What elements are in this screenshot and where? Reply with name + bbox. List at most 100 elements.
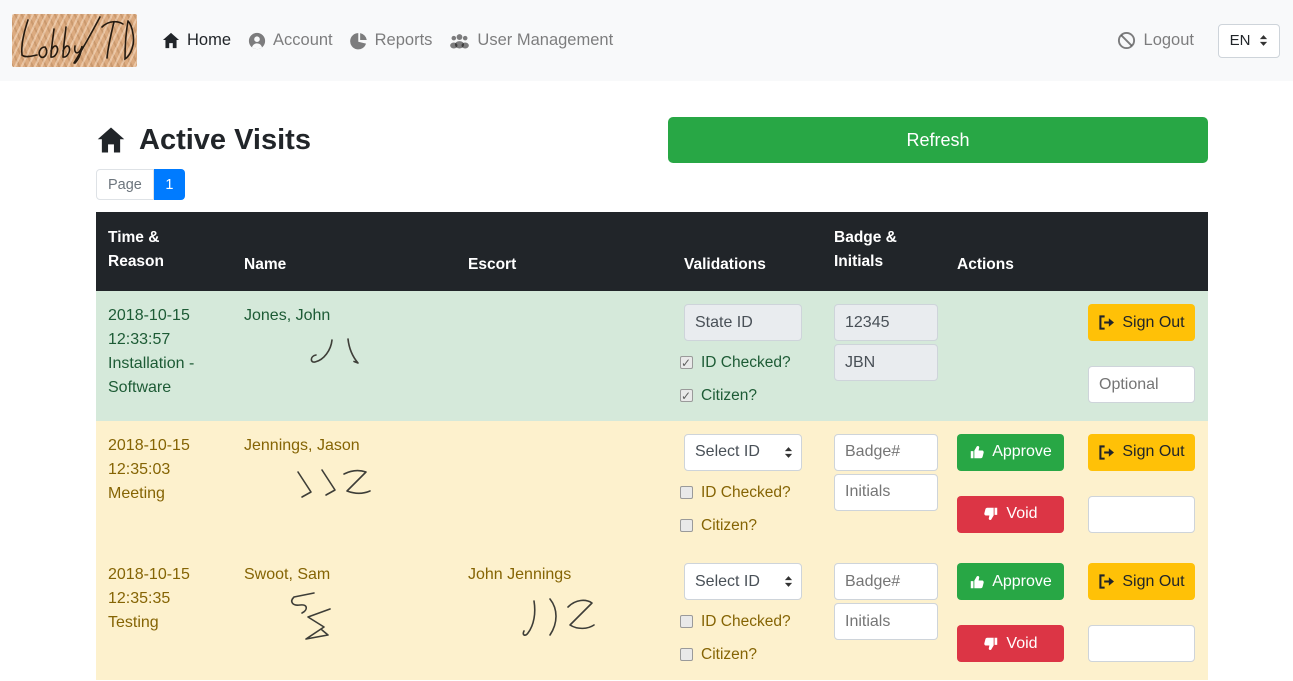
visitor-name: Jones, John xyxy=(244,304,444,328)
visit-date: 2018-10-15 xyxy=(108,563,220,587)
visit-row: 2018-10-15 12:35:03 Meeting Jennings, Ja… xyxy=(96,421,1208,551)
visitor-signature xyxy=(292,466,392,508)
visit-time: 12:35:03 xyxy=(108,458,220,482)
validations-cell: Select ID ID Checked? Citizen? xyxy=(672,550,822,680)
pagination-page-1[interactable]: 1 xyxy=(154,169,185,200)
nav-item-label: User Management xyxy=(477,31,613,50)
thumbs-up-icon xyxy=(969,574,985,590)
pie-chart-icon xyxy=(350,32,368,50)
table-header-row: Time & Reason Name Escort Validations Ba… xyxy=(96,212,1208,291)
escort-cell xyxy=(456,421,672,551)
validations-cell: ID Checked? Citizen? xyxy=(672,291,822,421)
citizen-checkbox: Citizen? xyxy=(680,384,810,407)
id-type-select[interactable]: Select ID xyxy=(684,563,802,600)
void-button[interactable]: Void xyxy=(957,496,1064,533)
visitor-name: Jennings, Jason xyxy=(244,434,444,458)
sign-out-icon xyxy=(1098,574,1115,589)
checkbox-checked-icon xyxy=(680,356,693,369)
citizen-label: Citizen? xyxy=(701,514,757,537)
validations-cell: Select ID ID Checked? Citizen? xyxy=(672,421,822,551)
citizen-label: Citizen? xyxy=(701,384,757,407)
home-icon xyxy=(96,126,126,154)
id-checked-label: ID Checked? xyxy=(701,481,791,504)
ban-icon xyxy=(1117,31,1136,50)
col-header-badge-initials: Badge & Initials xyxy=(822,212,945,291)
badge-input[interactable] xyxy=(834,563,938,600)
page-header: Active Visits Refresh xyxy=(96,117,1208,163)
name-cell: Swoot, Sam xyxy=(232,550,456,680)
citizen-label: Citizen? xyxy=(701,643,757,666)
sign-out-button[interactable]: Sign Out xyxy=(1088,563,1195,600)
lobbyid-logo-drawing xyxy=(12,14,137,67)
pagination: Page 1 xyxy=(96,169,1208,200)
sign-out-button[interactable]: Sign Out xyxy=(1088,304,1195,341)
citizen-checkbox[interactable]: Citizen? xyxy=(680,514,810,537)
nav-links: Home Account Reports xyxy=(160,27,615,54)
signout-note-input[interactable] xyxy=(1088,625,1195,662)
void-button[interactable]: Void xyxy=(957,625,1064,662)
badge-initials-cell xyxy=(822,291,945,421)
badge-input[interactable] xyxy=(834,434,938,471)
refresh-button[interactable]: Refresh xyxy=(668,117,1208,163)
visit-time: 12:35:35 xyxy=(108,587,220,611)
visit-row: 2018-10-15 12:35:35 Testing Swoot, Sam J… xyxy=(96,550,1208,680)
col-header-validations: Validations xyxy=(672,212,822,291)
badge-initials-cell xyxy=(822,421,945,551)
language-select[interactable]: EN xyxy=(1218,24,1280,58)
id-type-select[interactable]: Select ID xyxy=(684,434,802,471)
nav-item-label: Home xyxy=(187,31,231,50)
home-icon xyxy=(162,32,180,49)
logout-button[interactable]: Logout xyxy=(1117,31,1194,50)
visitor-name: Swoot, Sam xyxy=(244,563,444,587)
users-icon xyxy=(449,33,470,49)
signout-optional-input[interactable] xyxy=(1088,366,1195,403)
active-visits-table: Time & Reason Name Escort Validations Ba… xyxy=(96,212,1208,680)
citizen-checkbox[interactable]: Citizen? xyxy=(680,643,810,666)
signout-note-input[interactable] xyxy=(1088,496,1195,533)
time-reason-cell: 2018-10-15 12:35:35 Testing xyxy=(96,550,232,680)
approve-button[interactable]: Approve xyxy=(957,434,1064,471)
time-reason-cell: 2018-10-15 12:35:03 Meeting xyxy=(96,421,232,551)
pagination-page-label: Page xyxy=(96,169,154,200)
actions-cell: Approve Void xyxy=(945,421,1208,551)
visit-reason: Meeting xyxy=(108,482,220,506)
navbar: Home Account Reports xyxy=(0,0,1293,81)
approve-button[interactable]: Approve xyxy=(957,563,1064,600)
page-title-text: Active Visits xyxy=(139,124,311,157)
id-checked-checkbox[interactable]: ID Checked? xyxy=(680,610,810,633)
initials-input[interactable] xyxy=(834,474,938,511)
nav-item-label: Account xyxy=(273,31,333,50)
caret-updown-icon xyxy=(784,446,793,459)
visit-time: 12:33:57 xyxy=(108,328,220,352)
app-logo[interactable] xyxy=(12,14,137,67)
escort-cell xyxy=(456,291,672,421)
nav-item-account[interactable]: Account xyxy=(246,27,335,54)
nav-item-user-management[interactable]: User Management xyxy=(447,27,615,54)
col-header-actions: Actions xyxy=(945,212,1208,291)
nav-item-reports[interactable]: Reports xyxy=(348,27,435,54)
badge-input xyxy=(834,304,938,341)
visit-reason: Testing xyxy=(108,611,220,635)
id-checked-label: ID Checked? xyxy=(701,351,791,374)
checkbox-icon xyxy=(680,519,693,532)
thumbs-down-icon xyxy=(983,636,999,652)
id-checked-checkbox[interactable]: ID Checked? xyxy=(680,481,810,504)
escort-name: John Jennings xyxy=(468,563,660,587)
col-header-escort: Escort xyxy=(456,212,672,291)
time-reason-cell: 2018-10-15 12:33:57 Installation - Softw… xyxy=(96,291,232,421)
checkbox-checked-icon xyxy=(680,389,693,402)
col-header-name: Name xyxy=(232,212,456,291)
id-checked-label: ID Checked? xyxy=(701,610,791,633)
approve-void-column xyxy=(957,304,1064,403)
nav-item-home[interactable]: Home xyxy=(160,27,233,54)
initials-input[interactable] xyxy=(834,603,938,640)
main-content: Active Visits Refresh Page 1 Time & Reas… xyxy=(96,117,1208,680)
sign-out-button[interactable]: Sign Out xyxy=(1088,434,1195,471)
visitor-signature xyxy=(302,336,377,378)
id-type-input xyxy=(684,304,802,341)
nav-item-label: Reports xyxy=(375,31,433,50)
actions-cell: Approve Void xyxy=(945,550,1208,680)
badge-initials-cell xyxy=(822,550,945,680)
name-cell: Jennings, Jason xyxy=(232,421,456,551)
visit-reason: Installation - Software xyxy=(108,352,220,400)
